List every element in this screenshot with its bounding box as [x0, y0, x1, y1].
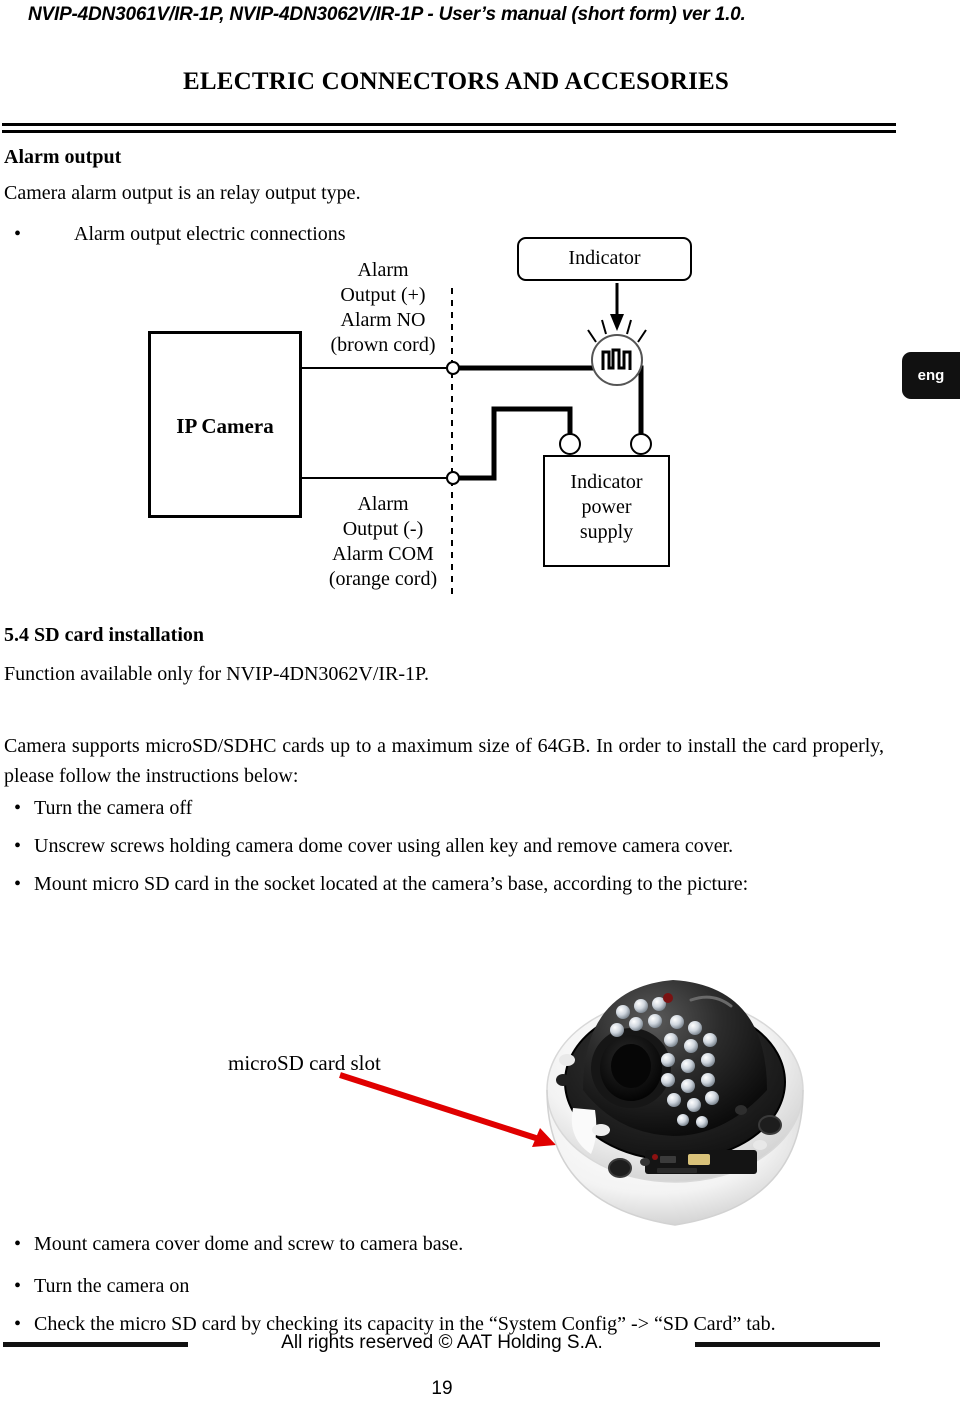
output-minus-line-1: Alarm: [357, 493, 409, 515]
output-plus-line-4: (brown cord): [330, 334, 436, 356]
camera-photo: [546, 980, 804, 1226]
running-head: NVIP-4DN3061V/IR-1P, NVIP-4DN3062V/IR-1P…: [28, 4, 746, 25]
sd-bullet-item-1: • Turn the camera off: [14, 794, 434, 822]
terminal-com: [446, 471, 460, 485]
bullet-marker-icon: •: [14, 1275, 22, 1297]
sd-bullet-label-1: Turn the camera off: [34, 797, 193, 819]
document-page: NVIP-4DN3061V/IR-1P, NVIP-4DN3062V/IR-1P…: [0, 0, 960, 1406]
sd-bullet-label-2: Unscrew screws holding camera dome cover…: [34, 835, 734, 857]
language-tab-eng[interactable]: eng: [902, 352, 960, 399]
psu-line-2: power: [581, 496, 632, 518]
output-minus-line-3: Alarm COM: [332, 543, 434, 565]
sd-card-paragraph: Camera supports microSD/SDHC cards up to…: [4, 735, 884, 787]
lamp-rays-icon: [587, 319, 647, 343]
output-minus-line-2: Output (-): [342, 518, 424, 540]
output-minus-line-4: (orange cord): [328, 568, 438, 590]
terminal-psu-left: [559, 433, 581, 455]
sd-bullet-item-2: • Unscrew screws holding camera dome cov…: [14, 832, 874, 860]
sd-bullet-label-4: Mount camera cover dome and screw to cam…: [34, 1233, 464, 1255]
bullet-marker-icon: •: [14, 223, 22, 245]
sd-bullet-item-4: • Mount camera cover dome and screw to c…: [14, 1230, 574, 1258]
psu-line-3: supply: [579, 521, 634, 543]
sd-bullet-label-5: Turn the camera on: [34, 1275, 190, 1297]
indicator-arrow-head-icon: [610, 314, 624, 331]
footer-page-number: 19: [431, 1378, 453, 1399]
terminal-psu-right: [630, 433, 652, 455]
section-title: ELECTRIC CONNECTORS AND ACCESORIES: [182, 68, 730, 95]
ip-camera-label: IP Camera: [176, 414, 274, 438]
output-plus-line-2: Output (+): [340, 284, 426, 306]
psu-line-1: Indicator: [570, 471, 643, 493]
microsd-slot-callout-label: microSD card slot: [228, 1051, 381, 1075]
wire-lamp-to-psu-right: [631, 365, 644, 447]
sd-bullet-label-3: Mount micro SD card in the socket locate…: [34, 873, 749, 895]
alarm-output-plus-label: Alarm Output (+) Alarm NO (brown cord): [318, 258, 448, 358]
alarm-output-intro: Camera alarm output is an relay output t…: [4, 182, 361, 204]
sd-card-heading: 5.4 SD card installation: [4, 624, 205, 646]
alarm-bullet-label: Alarm output electric connections: [74, 223, 346, 245]
footer-copyright: All rights reserved © AAT Holding S.A.: [281, 1332, 603, 1353]
lamp-filament-icon: [601, 348, 632, 370]
sd-bullet-item-5: • Turn the camera on: [14, 1272, 434, 1300]
bullet-marker-icon: •: [14, 835, 22, 857]
bullet-marker-icon: •: [14, 873, 22, 895]
output-plus-line-3: Alarm NO: [340, 309, 426, 331]
lamp-icon: [591, 334, 643, 386]
indicator-label: Indicator: [568, 247, 641, 269]
header-rule-lower: [2, 130, 896, 133]
alarm-output-heading: Alarm output: [4, 146, 122, 168]
microsd-socket: [657, 1168, 697, 1173]
sd-card-availability: Function available only for NVIP-4DN3062…: [4, 663, 429, 685]
alarm-output-minus-label: Alarm Output (-) Alarm COM (orange cord): [318, 492, 448, 592]
usb-connector: [688, 1154, 710, 1165]
header-rule-upper: [2, 123, 896, 126]
alarm-bullet-item: • Alarm output electric connections: [14, 220, 434, 248]
language-tab-label: eng: [917, 367, 945, 384]
output-plus-line-1: Alarm: [357, 259, 409, 281]
bullet-marker-icon: •: [14, 797, 22, 819]
sd-bullet-item-3: • Mount micro SD card in the socket loca…: [14, 870, 894, 898]
bullet-marker-icon: •: [14, 1233, 22, 1255]
indicator-power-supply-label: Indicator power supply: [543, 470, 670, 545]
terminal-no: [446, 361, 460, 375]
camera-base-strip: [645, 1150, 757, 1174]
